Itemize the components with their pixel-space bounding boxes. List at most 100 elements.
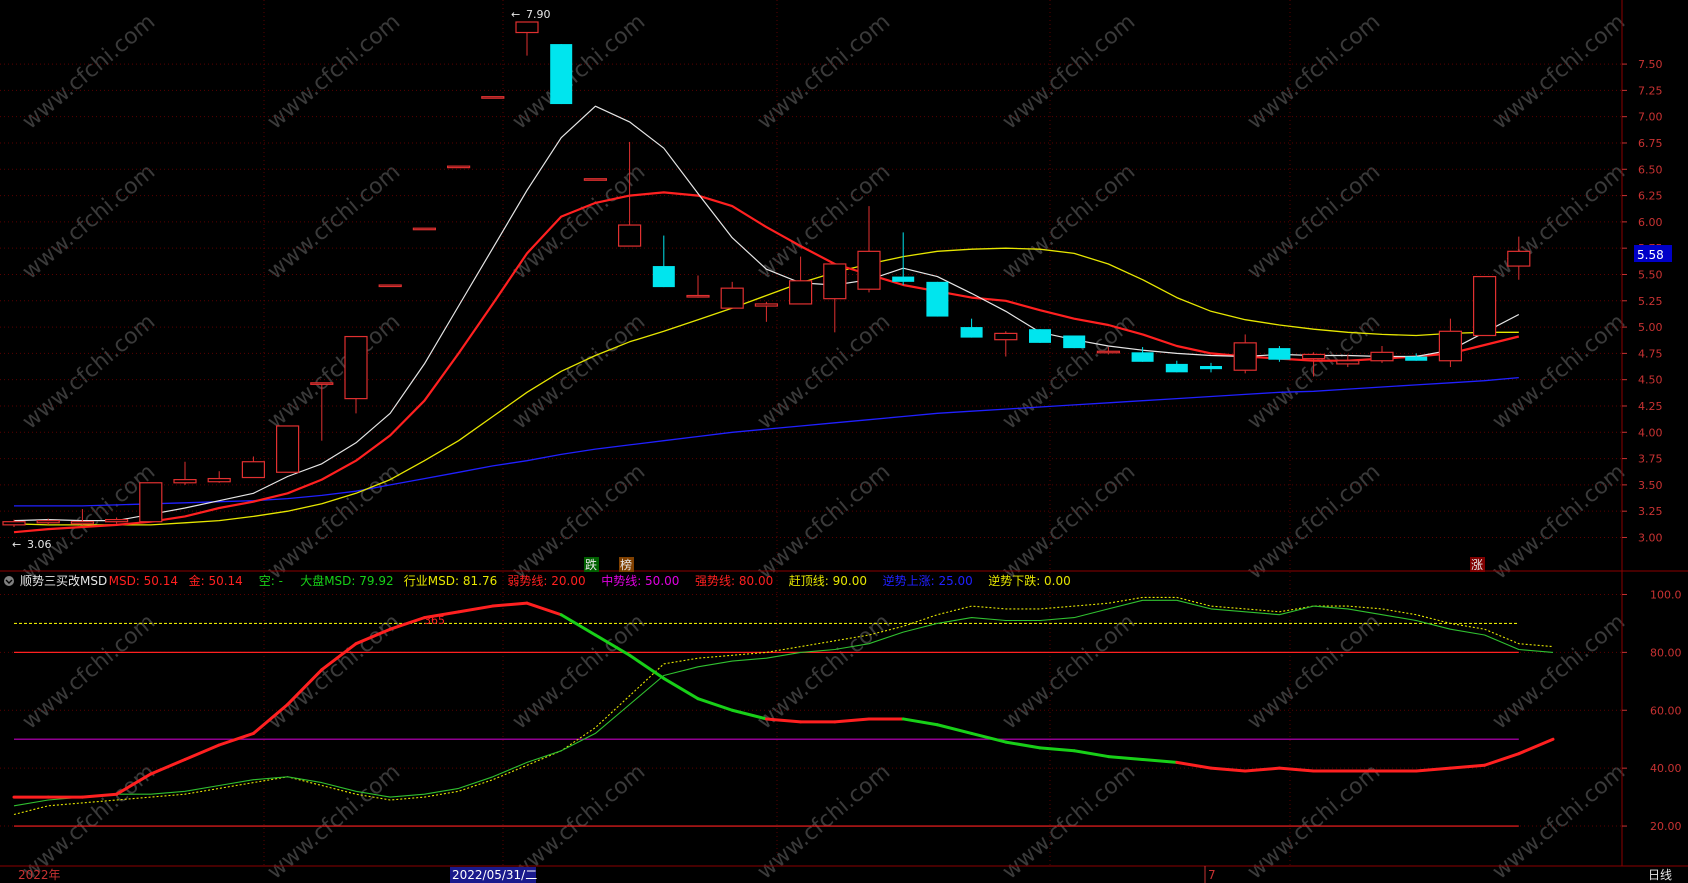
candle-body — [617, 224, 642, 247]
indicator-tick-label: 60.00 — [1650, 704, 1682, 717]
price-tick-label: 6.50 — [1638, 163, 1663, 176]
chart-background — [0, 0, 1688, 883]
price-tick-label: 7.00 — [1638, 111, 1663, 124]
price-tick-label: 4.00 — [1638, 426, 1663, 439]
candle-body — [652, 266, 675, 288]
candle-body — [788, 280, 813, 305]
candle-body — [1438, 330, 1463, 362]
candle — [276, 425, 300, 473]
signal-rank-label: 榜 — [620, 557, 632, 572]
indicator-tick-label: 20.00 — [1650, 820, 1682, 833]
svg-text:←: ← — [511, 8, 520, 21]
indicator-mini-label: 365 — [424, 614, 445, 627]
price-tick-label: 5.50 — [1638, 268, 1663, 281]
period-label[interactable]: 日线 — [1648, 868, 1672, 882]
price-tag: 5.58 — [1634, 245, 1672, 262]
candle-body — [241, 461, 265, 479]
indicator-tick-label: 40.00 — [1650, 762, 1682, 775]
indicator-menu-icon[interactable] — [4, 576, 14, 586]
candle-body — [1096, 350, 1121, 354]
signal-down-label: 跌 — [585, 557, 597, 572]
legend-item: 大盘MSD: 79.92 — [300, 573, 393, 588]
candle-body — [1472, 275, 1497, 337]
candle-body — [960, 327, 983, 338]
candle-body — [344, 335, 368, 400]
signal-up-label: 涨 — [1471, 557, 1483, 572]
price-tick-label: 4.25 — [1638, 400, 1663, 413]
price-tick-label: 3.00 — [1638, 531, 1663, 544]
candle — [550, 44, 573, 105]
candle-body — [1336, 360, 1360, 365]
candle — [481, 96, 505, 99]
high-price-label: 7.90 — [526, 8, 551, 21]
month-mark-label: 7 — [1208, 868, 1216, 882]
candle-body — [310, 382, 334, 385]
candle — [412, 227, 436, 231]
candle-body — [1233, 342, 1257, 371]
legend-item: 弱势线: 20.00 — [507, 574, 585, 588]
candle — [1063, 335, 1086, 349]
candle-body — [583, 178, 608, 181]
price-tick-label: 3.75 — [1638, 453, 1663, 466]
candle-body — [276, 425, 300, 473]
candle-body — [378, 284, 402, 288]
low-marker: ← 3.06 — [12, 538, 52, 551]
svg-text:顺势三买改MSDMSD: 50.14金: 50.14空: -: 顺势三买改MSDMSD: 50.14 金: 50.14 空: - 大盘MSD: 79.… — [20, 573, 1071, 588]
cursor-date-label: 2022/05/31/二 — [452, 868, 537, 882]
legend-item: 中势线: 50.00 — [601, 573, 679, 588]
candle-body — [1165, 363, 1188, 373]
legend-item: 金: 50.14 — [189, 573, 243, 588]
candle-body — [857, 250, 881, 290]
candle-body — [70, 521, 95, 525]
candle — [139, 482, 163, 523]
candle-body — [104, 518, 129, 523]
candle-body — [1507, 250, 1531, 267]
candle-body — [515, 21, 539, 34]
candle-body — [1268, 348, 1291, 360]
candle — [1029, 329, 1051, 343]
candle-body — [823, 263, 847, 300]
legend-item: 逆势下跌: 0.00 — [988, 573, 1071, 588]
candle-body — [1200, 366, 1222, 370]
indicator-tick-label: 80.00 — [1650, 646, 1682, 659]
candle-body — [926, 281, 949, 317]
price-tick-label: 5.25 — [1638, 295, 1663, 308]
last-price-label: 5.58 — [1637, 248, 1664, 262]
indicator-tick-label: 100.0 — [1650, 588, 1682, 601]
candle-body — [1370, 351, 1394, 362]
legend-item: 顺势三买改MSD — [20, 574, 107, 588]
candle — [378, 284, 402, 288]
candle — [926, 281, 949, 317]
price-tick-label: 7.50 — [1638, 58, 1663, 71]
legend-item: 空: - — [259, 574, 283, 588]
high-marker: ← 7.90 — [511, 8, 551, 21]
candle-body — [412, 227, 436, 231]
legend-item: 赶顶线: 90.00 — [789, 574, 867, 588]
candle-body — [1405, 356, 1428, 361]
price-tick-label: 4.50 — [1638, 374, 1663, 387]
candle-body — [1063, 335, 1086, 349]
indicator-legend: 顺势三买改MSDMSD: 50.14 金: 50.14 空: - 大盘MSD: 79.… — [4, 573, 1071, 588]
candle — [583, 178, 608, 181]
price-tick-label: 3.50 — [1638, 479, 1663, 492]
candle-body — [36, 520, 60, 524]
candle-body — [481, 96, 505, 99]
price-tick-label: 6.00 — [1638, 216, 1663, 229]
candle-body — [754, 303, 779, 307]
candle-body — [2, 521, 26, 526]
svg-text:←: ← — [12, 538, 21, 551]
candle — [1268, 346, 1291, 362]
candle — [1472, 275, 1497, 337]
low-price-label: 3.06 — [27, 538, 52, 551]
candle-body — [173, 479, 197, 484]
price-tick-label: 4.75 — [1638, 347, 1663, 360]
year-label: 2022年 — [18, 868, 61, 882]
candle-body — [720, 287, 744, 309]
candle-body — [892, 276, 915, 282]
candle-body — [1301, 353, 1326, 360]
price-tick-label: 5.00 — [1638, 321, 1663, 334]
stock-chart[interactable]: www.cfchi.com www.cfchi.com www.cfchi.com w… — [0, 0, 1688, 883]
candle — [447, 165, 471, 169]
legend-item: MSD: 50.14 — [109, 574, 178, 588]
price-tick-label: 6.25 — [1638, 190, 1663, 203]
